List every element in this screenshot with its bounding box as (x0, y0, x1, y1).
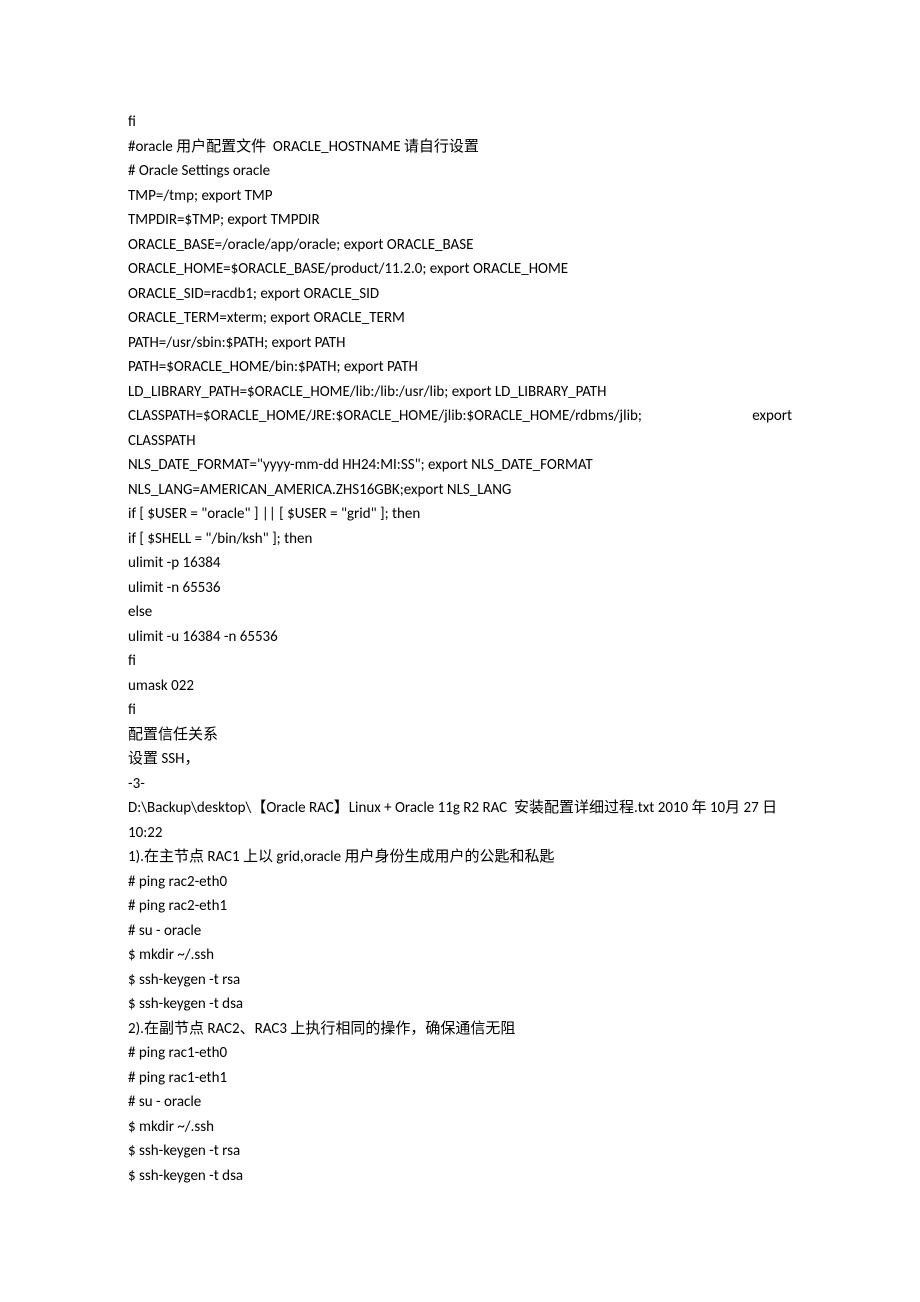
text-line: LD_LIBRARY_PATH=$ORACLE_HOME/lib:/lib:/u… (128, 380, 792, 405)
text-line: PATH=/usr/sbin:$PATH; export PATH (128, 331, 792, 356)
text-line: ORACLE_BASE=/oracle/app/oracle; export O… (128, 233, 792, 258)
text-line: $ ssh-keygen -t rsa (128, 1139, 792, 1164)
text-line: $ mkdir ~/.ssh (128, 943, 792, 968)
text-line: ulimit -p 16384 (128, 551, 792, 576)
text-line: if [ $SHELL = "/bin/ksh" ]; then (128, 527, 792, 552)
text-line: fi (128, 110, 792, 135)
text-line: 1).在主节点 RAC1 上以 grid,oracle 用户身份生成用户的公匙和… (128, 845, 792, 870)
text-line: #oracle 用户配置文件 ORACLE_HOSTNAME 请自行设置 (128, 135, 792, 160)
text-line: # ping rac1-eth0 (128, 1041, 792, 1066)
text-line: TMPDIR=$TMP; export TMPDIR (128, 208, 792, 233)
text-line: # ping rac2-eth1 (128, 894, 792, 919)
text-line: 2).在副节点 RAC2、RAC3 上执行相同的操作，确保通信无阻 (128, 1017, 792, 1042)
text-line: NLS_LANG=AMERICAN_AMERICA.ZHS16GBK;expor… (128, 478, 792, 503)
text-line: ORACLE_HOME=$ORACLE_BASE/product/11.2.0;… (128, 257, 792, 282)
text-line: PATH=$ORACLE_HOME/bin:$PATH; export PATH (128, 355, 792, 380)
text-line: TMP=/tmp; export TMP (128, 184, 792, 209)
text-line: D:\Backup\desktop\【Oracle RAC】Linux + Or… (128, 796, 792, 845)
text-line: else (128, 600, 792, 625)
classpath-line: CLASSPATH=$ORACLE_HOME/JRE:$ORACLE_HOME/… (128, 404, 792, 429)
text-line: $ ssh-keygen -t rsa (128, 968, 792, 993)
text-line: ulimit -n 65536 (128, 576, 792, 601)
text-line: # ping rac1-eth1 (128, 1066, 792, 1091)
text-line: # Oracle Settings oracle (128, 159, 792, 184)
text-line: ORACLE_TERM=xterm; export ORACLE_TERM (128, 306, 792, 331)
text-line: -3- (128, 772, 792, 797)
text-line: $ ssh-keygen -t dsa (128, 992, 792, 1017)
classpath-left: CLASSPATH=$ORACLE_HOME/JRE:$ORACLE_HOME/… (128, 404, 642, 429)
text-line: 设置 SSH， (128, 747, 792, 772)
document-page: fi#oracle 用户配置文件 ORACLE_HOSTNAME 请自行设置# … (0, 0, 920, 1298)
text-line: # su - oracle (128, 919, 792, 944)
text-block-1: fi#oracle 用户配置文件 ORACLE_HOSTNAME 请自行设置# … (128, 110, 792, 404)
text-line: if [ $USER = "oracle" ] || [ $USER = "gr… (128, 502, 792, 527)
text-line: $ ssh-keygen -t dsa (128, 1164, 792, 1189)
text-line: ORACLE_SID=racdb1; export ORACLE_SID (128, 282, 792, 307)
text-block-2: CLASSPATHNLS_DATE_FORMAT="yyyy-mm-dd HH2… (128, 429, 792, 1189)
text-line: umask 022 (128, 674, 792, 699)
text-line: 配置信任关系 (128, 723, 792, 748)
text-line: NLS_DATE_FORMAT="yyyy-mm-dd HH24:MI:SS";… (128, 453, 792, 478)
text-line: fi (128, 649, 792, 674)
text-line: # su - oracle (128, 1090, 792, 1115)
text-line: $ mkdir ~/.ssh (128, 1115, 792, 1140)
text-line: ulimit -u 16384 -n 65536 (128, 625, 792, 650)
text-line: # ping rac2-eth0 (128, 870, 792, 895)
classpath-right: export (752, 404, 792, 429)
text-line: fi (128, 698, 792, 723)
text-line: CLASSPATH (128, 429, 792, 454)
